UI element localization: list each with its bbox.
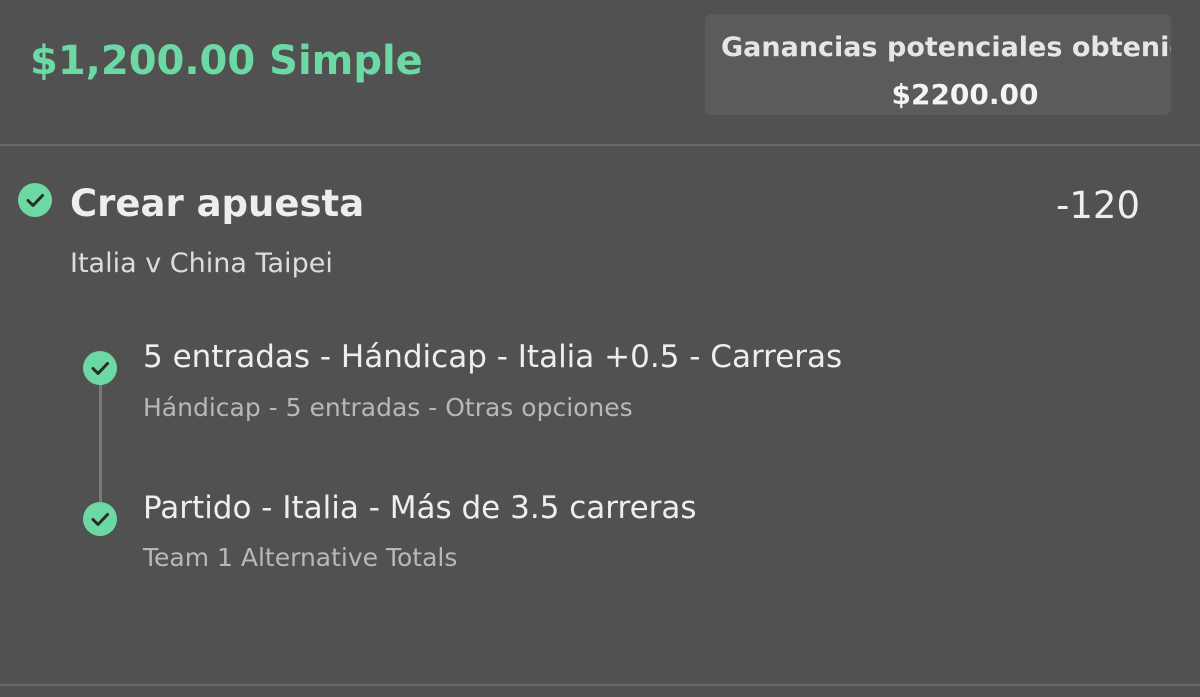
- bet-summary-header: $1,200.00 Simple Ganancias potenciales o…: [0, 0, 1200, 145]
- check-icon: [18, 183, 52, 217]
- potential-winnings-box: Ganancias potenciales obtenidas $2200.00: [705, 14, 1171, 115]
- bet-title: Crear apuesta: [70, 182, 365, 225]
- winnings-label: Ganancias potenciales obtenidas: [721, 32, 1171, 63]
- bet-odds: -120: [1056, 184, 1140, 227]
- winnings-value: $2200.00: [891, 78, 1039, 111]
- match-name: Italia v China Taipei: [70, 248, 333, 279]
- selection-market: Hándicap - 5 entradas - Otras opciones: [143, 393, 633, 422]
- bottom-divider: [0, 684, 1200, 686]
- check-icon: [83, 502, 117, 536]
- stake-amount: $1,200.00 Simple: [30, 38, 423, 84]
- selection-market: Team 1 Alternative Totals: [143, 543, 458, 572]
- check-icon: [83, 351, 117, 385]
- selection-title: Partido - Italia - Más de 3.5 carreras: [143, 490, 697, 526]
- top-divider: [0, 144, 1200, 146]
- selection-title: 5 entradas - Hándicap - Italia +0.5 - Ca…: [143, 339, 843, 375]
